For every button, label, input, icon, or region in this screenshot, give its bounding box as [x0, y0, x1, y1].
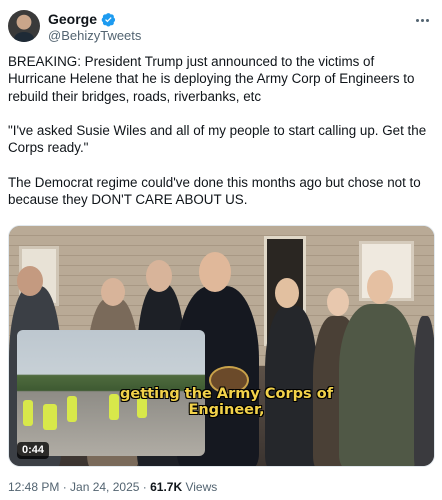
author-name[interactable]: George — [48, 11, 97, 27]
tweet-footer: 12:48 PM · Jan 24, 2025 · 61.7K Views — [8, 480, 217, 495]
tweet-timestamp[interactable]: 12:48 PM · Jan 24, 2025 · — [8, 480, 150, 494]
tweet-header: George @BehizyTweets — [8, 10, 434, 46]
tweet-paragraph: BREAKING: President Trump just announced… — [8, 54, 415, 104]
tweet-paragraph: "I've asked Susie Wiles and all of my pe… — [8, 123, 427, 156]
author-handle[interactable]: @BehizyTweets — [48, 28, 141, 43]
video-duration-badge: 0:44 — [17, 442, 50, 459]
more-options-icon[interactable] — [412, 12, 432, 28]
tweet-text: BREAKING: President Trump just announced… — [8, 53, 432, 226]
views-count: 61.7K — [150, 480, 183, 494]
tweet-paragraph: The Democrat regime could've done this m… — [8, 175, 421, 208]
verified-badge-icon — [101, 12, 116, 26]
video-caption: getting the Army Corps of Engineer, — [120, 386, 333, 418]
avatar[interactable] — [8, 10, 40, 42]
views-label: Views — [182, 480, 218, 494]
tweet-video[interactable]: getting the Army Corps of Engineer, 0:44 — [8, 225, 435, 467]
author-name-row: George — [48, 11, 116, 27]
